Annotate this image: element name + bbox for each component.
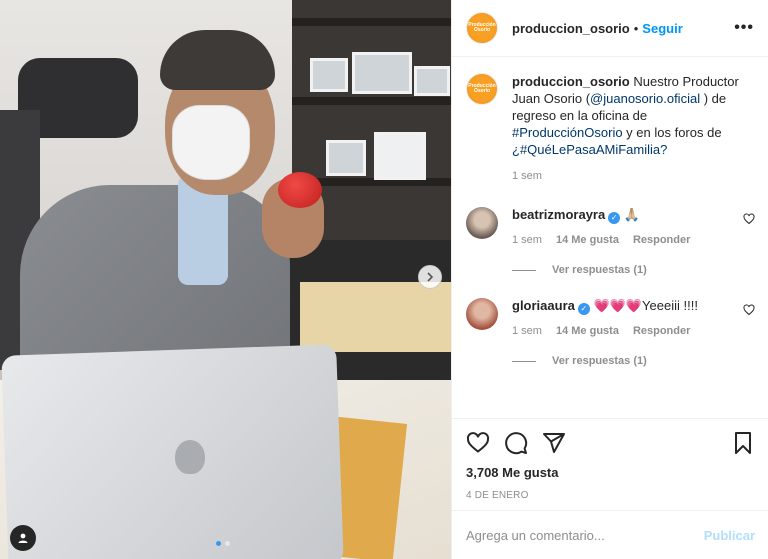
- verified-badge-icon: ✓: [577, 303, 590, 315]
- comment-meta: 1 sem 14 Me gusta Responder: [512, 234, 742, 246]
- carousel-dot[interactable]: [225, 541, 230, 546]
- comment-text: 💗💗💗Yeeeiii !!!!: [593, 298, 698, 313]
- comment-time[interactable]: 1 sem: [512, 325, 542, 337]
- comment-body: gloriaaura ✓ 💗💗💗Yeeeiii !!!! 1 sem 14 Me …: [512, 298, 742, 337]
- chevron-right-icon: [427, 272, 434, 282]
- caption-hashtag-link[interactable]: ¿#QuéLePasaAMiFamilia?: [512, 142, 667, 157]
- caption-username[interactable]: produccion_osorio: [512, 74, 630, 89]
- manila-folder: [300, 282, 451, 352]
- comment-text: 🙏🏼: [623, 207, 641, 222]
- view-replies-button[interactable]: Ver respuestas (1): [512, 355, 755, 367]
- verified-badge-icon: ✓: [608, 212, 621, 224]
- avatar-logo-text: Producción Osorio: [468, 22, 496, 33]
- caption-mention-link[interactable]: @juanosorio.oficial: [590, 91, 700, 106]
- photo-frame: [352, 52, 412, 94]
- red-heart-stress-ball: [278, 172, 322, 208]
- laptop: [1, 344, 344, 559]
- caption-text: y en los foros de: [622, 125, 722, 140]
- like-heart-icon[interactable]: [466, 431, 490, 455]
- post-photo[interactable]: [0, 0, 451, 559]
- profile-avatar[interactable]: Producción Osorio: [466, 12, 498, 44]
- shelf: [292, 18, 451, 26]
- bookmark-icon[interactable]: [731, 431, 755, 455]
- carousel-dot-active[interactable]: [216, 541, 221, 546]
- view-replies-label: Ver respuestas (1): [552, 264, 647, 276]
- carousel-next-button[interactable]: [418, 265, 442, 289]
- share-send-icon[interactable]: [542, 431, 566, 455]
- comment-likes[interactable]: 14 Me gusta: [556, 234, 619, 246]
- apple-logo-icon: [175, 440, 205, 474]
- user-icon: [18, 533, 28, 543]
- caption-avatar[interactable]: Producción Osorio: [466, 73, 498, 105]
- commenter-avatar[interactable]: [466, 298, 498, 330]
- reply-button[interactable]: Responder: [633, 234, 690, 246]
- ellipsis-icon: •••: [734, 19, 754, 36]
- comment-input[interactable]: [466, 527, 704, 543]
- action-icons: [466, 431, 755, 455]
- post-header: Producción Osorio produccion_osorio • Se…: [452, 0, 768, 57]
- view-replies-button[interactable]: Ver respuestas (1): [512, 264, 755, 276]
- certificate-frame: [374, 132, 426, 180]
- heart-icon[interactable]: [743, 304, 755, 316]
- comment-time[interactable]: 1 sem: [512, 234, 542, 246]
- face-mask: [172, 105, 250, 180]
- photo-frame: [326, 140, 366, 176]
- caption-timestamp[interactable]: 1 sem: [512, 168, 742, 185]
- comment-bubble-icon[interactable]: [504, 431, 528, 455]
- person-hair: [160, 30, 275, 90]
- post-side-panel: Producción Osorio produccion_osorio • Se…: [451, 0, 768, 559]
- commenter-avatar[interactable]: [466, 207, 498, 239]
- header-username[interactable]: produccion_osorio: [512, 21, 630, 36]
- view-replies-label: Ver respuestas (1): [552, 355, 647, 367]
- comment-likes[interactable]: 14 Me gusta: [556, 325, 619, 337]
- comments-list[interactable]: Producción Osorio produccion_osorio Nues…: [452, 57, 768, 418]
- photo-frame: [310, 58, 348, 92]
- photo-frame: [414, 66, 450, 96]
- comment-body: beatrizmorayra ✓ 🙏🏼 1 sem 14 Me gusta Res…: [512, 207, 742, 246]
- replies-line: [512, 269, 536, 271]
- header-separator: •: [633, 20, 639, 36]
- avatar-logo-text: Producción Osorio: [468, 83, 496, 94]
- replies-line: [512, 360, 536, 362]
- more-options-button[interactable]: •••: [734, 19, 754, 37]
- shelf: [292, 97, 451, 105]
- add-comment-bar: Publicar: [452, 510, 768, 559]
- likes-count[interactable]: 3,708 Me gusta: [466, 465, 755, 480]
- reply-button[interactable]: Responder: [633, 325, 690, 337]
- tagged-users-button[interactable]: [10, 525, 36, 551]
- heart-icon[interactable]: [743, 213, 755, 225]
- publish-button[interactable]: Publicar: [704, 528, 755, 543]
- comment-username[interactable]: beatrizmorayra: [512, 207, 605, 222]
- post-actions: 3,708 Me gusta 4 DE ENERO: [452, 418, 768, 501]
- comment-username[interactable]: gloriaaura: [512, 298, 575, 313]
- caption-hashtag-link[interactable]: #ProducciónOsorio: [512, 125, 623, 140]
- post-date[interactable]: 4 DE ENERO: [466, 490, 755, 501]
- comment-meta: 1 sem 14 Me gusta Responder: [512, 325, 742, 337]
- comment-item: beatrizmorayra ✓ 🙏🏼 1 sem 14 Me gusta Res…: [466, 207, 755, 246]
- follow-button[interactable]: Seguir: [642, 21, 682, 36]
- caption-body: produccion_osorio Nuestro Productor Juan…: [512, 73, 742, 185]
- carousel-indicators: [216, 541, 230, 546]
- caption: Producción Osorio produccion_osorio Nues…: [466, 73, 755, 185]
- comment-item: gloriaaura ✓ 💗💗💗Yeeeiii !!!! 1 sem 14 Me …: [466, 298, 755, 337]
